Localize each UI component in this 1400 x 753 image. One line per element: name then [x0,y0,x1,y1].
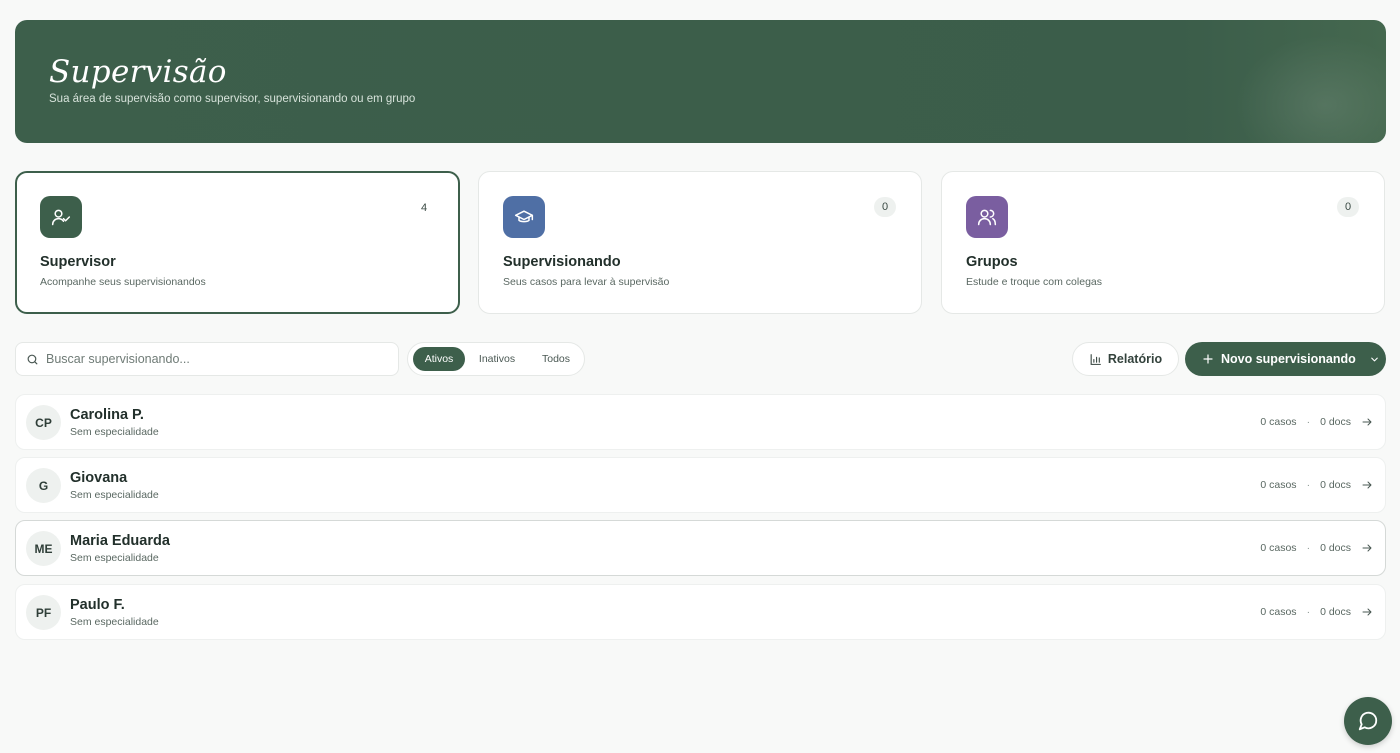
card-count: 4 [420,202,428,214]
avatar: PF [26,595,61,630]
list-item[interactable]: ME Maria Eduarda Sem especialidade 0 cas… [15,520,1386,576]
row-docs: 0 docs [1320,416,1351,428]
row-specialty: Sem especialidade [70,552,159,564]
list-item[interactable]: PF Paulo F. Sem especialidade 0 casos · … [15,584,1386,640]
arrow-right-icon[interactable] [1361,479,1373,491]
separator-dot: · [1306,606,1311,618]
new-button-label: Novo supervisionando [1221,352,1356,366]
graduation-cap-icon [503,196,545,238]
row-specialty: Sem especialidade [70,426,159,438]
row-docs: 0 docs [1320,542,1351,554]
row-name: Paulo F. [70,597,125,613]
row-name: Giovana [70,470,128,486]
card-subtitle: Seus casos para levar à supervisão [503,276,670,288]
avatar: ME [26,531,61,566]
list-item[interactable]: G Giovana Sem especialidade 0 casos · 0 … [15,457,1386,513]
avatar: CP [26,405,61,440]
card-count: 0 [874,197,896,217]
filter-inativos[interactable]: Inativos [469,347,525,371]
separator-dot: · [1306,416,1311,428]
users-icon [966,196,1008,238]
row-cases: 0 casos [1260,479,1297,491]
chevron-down-icon[interactable] [1369,354,1380,365]
row-cases: 0 casos [1260,416,1297,428]
row-cases: 0 casos [1260,542,1297,554]
arrow-right-icon[interactable] [1361,542,1373,554]
row-specialty: Sem especialidade [70,616,159,628]
card-count: 0 [1337,197,1359,217]
message-circle-icon [1358,711,1378,731]
card-subtitle: Acompanhe seus supervisionandos [40,276,206,288]
card-title: Supervisor [40,254,116,270]
chat-button[interactable] [1344,697,1392,745]
row-meta: 0 casos · 0 docs [1260,395,1373,449]
separator-dot: · [1306,479,1311,491]
row-docs: 0 docs [1320,479,1351,491]
row-docs: 0 docs [1320,606,1351,618]
row-cases: 0 casos [1260,606,1297,618]
row-name: Carolina P. [70,407,144,423]
row-specialty: Sem especialidade [70,489,159,501]
report-button-label: Relatório [1107,352,1163,366]
card-supervisor[interactable]: 4 Supervisor Acompanhe seus supervisiona… [15,171,460,314]
page-subtitle: Sua área de supervisão como supervisor, … [49,93,416,105]
status-filter: Ativos Inativos Todos [407,342,585,376]
separator-dot: · [1306,542,1311,554]
hero-banner: Supervisão Sua área de supervisão como s… [15,20,1386,143]
row-name: Maria Eduarda [70,533,170,549]
filter-todos[interactable]: Todos [530,347,582,371]
card-supervisionando[interactable]: 0 Supervisionando Seus casos para levar … [478,171,922,314]
search-box [15,342,399,376]
arrow-right-icon[interactable] [1361,606,1373,618]
avatar: G [26,468,61,503]
card-title: Grupos [966,254,1018,270]
list-item[interactable]: CP Carolina P. Sem especialidade 0 casos… [15,394,1386,450]
row-meta: 0 casos · 0 docs [1260,585,1373,639]
user-check-icon [40,196,82,238]
page-title: Supervisão [49,54,227,90]
card-subtitle: Estude e troque com colegas [966,276,1102,288]
search-icon [27,354,38,365]
arrow-right-icon[interactable] [1361,416,1373,428]
filter-ativos[interactable]: Ativos [413,347,465,371]
bar-chart-icon [1090,353,1101,365]
row-meta: 0 casos · 0 docs [1260,458,1373,512]
plus-icon [1203,354,1213,364]
card-title: Supervisionando [503,254,621,270]
row-meta: 0 casos · 0 docs [1260,521,1373,575]
card-grupos[interactable]: 0 Grupos Estude e troque com colegas [941,171,1385,314]
search-input[interactable] [46,343,386,375]
new-supervisionando-button[interactable]: Novo supervisionando [1185,342,1386,376]
report-button[interactable]: Relatório [1072,342,1179,376]
